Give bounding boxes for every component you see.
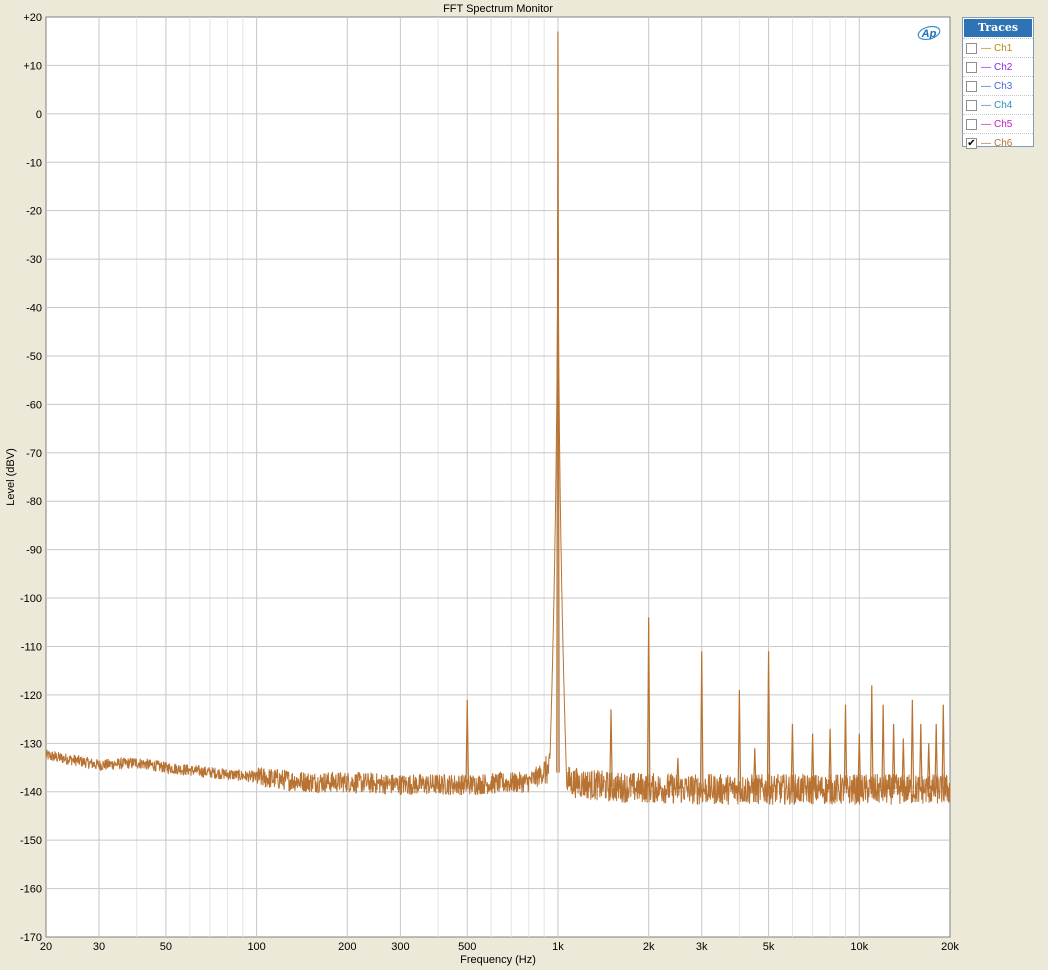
y-tick-label: -170 [20, 932, 42, 944]
y-tick-label: -40 [26, 303, 42, 315]
ap-logo-icon: Ap [917, 25, 941, 41]
trace-checkbox[interactable] [966, 42, 977, 54]
trace-line-swatch: — [981, 118, 991, 130]
trace-line-swatch: — [981, 42, 991, 54]
x-tick-label: 30 [93, 941, 105, 953]
trace-name: Ch5 [994, 118, 1013, 130]
trace-checkbox[interactable] [966, 80, 977, 92]
trace-name: Ch4 [994, 99, 1013, 111]
x-tick-label: 200 [338, 941, 356, 953]
trace-name: Ch1 [994, 42, 1013, 54]
trace-line-swatch: — [981, 80, 991, 92]
y-tick-label: -50 [26, 351, 42, 363]
trace-line-swatch: — [981, 137, 991, 149]
trace-checkbox[interactable] [966, 118, 977, 130]
y-tick-label: +10 [23, 60, 42, 72]
x-tick-label: 1k [552, 941, 564, 953]
y-tick-label: -140 [20, 787, 42, 799]
spectrum-chart: FFT Spectrum Monitor +20 +10 0 -10 -20 -30 -40… [5, 3, 959, 966]
trace-item-ch1[interactable]: — Ch1 [963, 38, 1033, 57]
x-tick-labels: 20 30 50 100 200 300 500 1k 2k 3k 5k 10k 20k [40, 941, 959, 953]
trace-checkbox[interactable] [966, 99, 977, 111]
trace-checkbox[interactable] [966, 61, 977, 73]
x-tick-label: 100 [247, 941, 265, 953]
grid-minor [136, 17, 847, 937]
x-tick-label: 5k [763, 941, 775, 953]
y-tick-label: -10 [26, 157, 42, 169]
x-tick-label: 300 [391, 941, 409, 953]
y-tick-label: -130 [20, 738, 42, 750]
trace-name: Ch2 [994, 61, 1013, 73]
x-tick-label: 50 [160, 941, 172, 953]
trace-item-ch6[interactable]: ✔ — Ch6 [963, 133, 1033, 152]
y-tick-label: -60 [26, 399, 42, 411]
y-tick-label: -20 [26, 206, 42, 218]
y-tick-labels: +20 +10 0 -10 -20 -30 -40 -50 -60 -70 -80 -90 -100 -1… [20, 12, 42, 944]
trace-name: Ch3 [994, 80, 1013, 92]
x-tick-label: 2k [643, 941, 655, 953]
y-tick-label: -30 [26, 254, 42, 266]
trace-item-ch5[interactable]: — Ch5 [963, 114, 1033, 133]
trace-checkbox[interactable]: ✔ [966, 137, 977, 149]
traces-list: — Ch1— Ch2— Ch3— Ch4— Ch5 ✔ — Ch6 [963, 38, 1033, 152]
trace-item-ch2[interactable]: — Ch2 [963, 57, 1033, 76]
y-tick-label: -150 [20, 835, 42, 847]
x-tick-label: 20k [941, 941, 959, 953]
trace-item-ch4[interactable]: — Ch4 [963, 95, 1033, 114]
y-tick-label: -90 [26, 545, 42, 557]
chart-title: FFT Spectrum Monitor [443, 3, 553, 15]
y-tick-label: -160 [20, 884, 42, 896]
plot-area[interactable] [45, 16, 951, 938]
traces-panel: Traces — Ch1— Ch2— Ch3— Ch4— Ch5 ✔ — Ch6 [962, 17, 1034, 149]
y-tick-label: -110 [21, 641, 42, 653]
svg-text:Ap: Ap [921, 28, 937, 40]
trace-item-ch3[interactable]: — Ch3 [963, 76, 1033, 95]
y-tick-label: 0 [36, 109, 42, 121]
y-axis-label: Level (dBV) [5, 448, 17, 505]
x-axis-label: Frequency (Hz) [460, 954, 536, 966]
y-tick-label: -100 [20, 593, 42, 605]
y-tick-label: +20 [23, 12, 42, 24]
traces-header: Traces [964, 19, 1032, 37]
trace-line-swatch: — [981, 99, 991, 111]
trace-line-swatch: — [981, 61, 991, 73]
x-tick-label: 20 [40, 941, 52, 953]
y-tick-label: -80 [26, 496, 42, 508]
x-tick-label: 3k [696, 941, 708, 953]
x-tick-label: 500 [458, 941, 476, 953]
trace-name: Ch6 [994, 137, 1013, 149]
y-tick-label: -70 [26, 448, 42, 460]
x-tick-label: 10k [850, 941, 868, 953]
y-tick-label: -120 [20, 690, 42, 702]
